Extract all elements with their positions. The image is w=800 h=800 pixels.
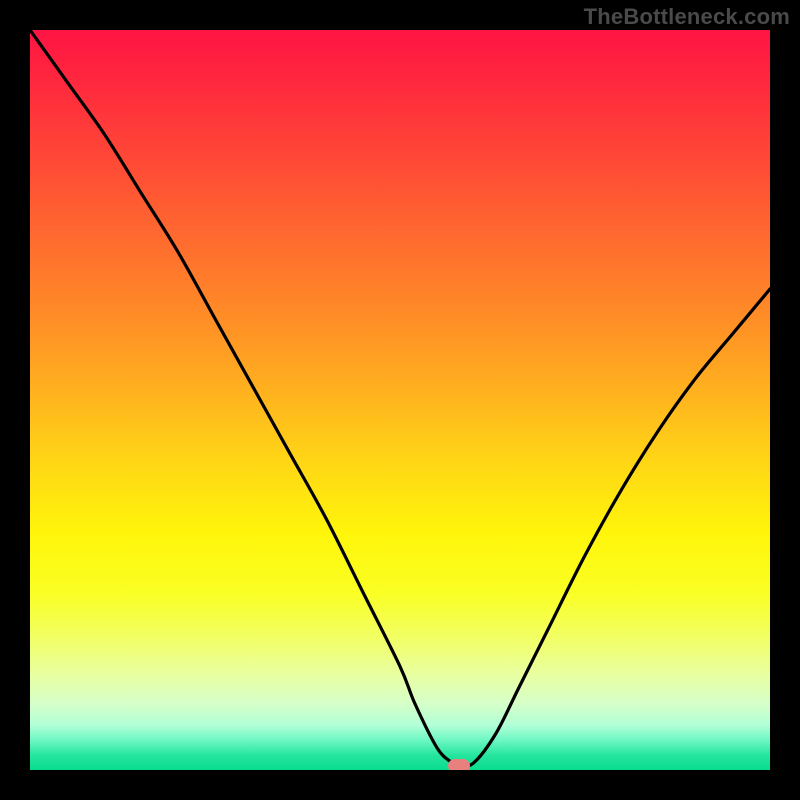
optimal-point-marker [448,759,470,770]
bottleneck-curve [30,30,770,767]
chart-frame: TheBottleneck.com [0,0,800,800]
curve-svg [30,30,770,770]
plot-area [30,30,770,770]
watermark-text: TheBottleneck.com [584,4,790,30]
